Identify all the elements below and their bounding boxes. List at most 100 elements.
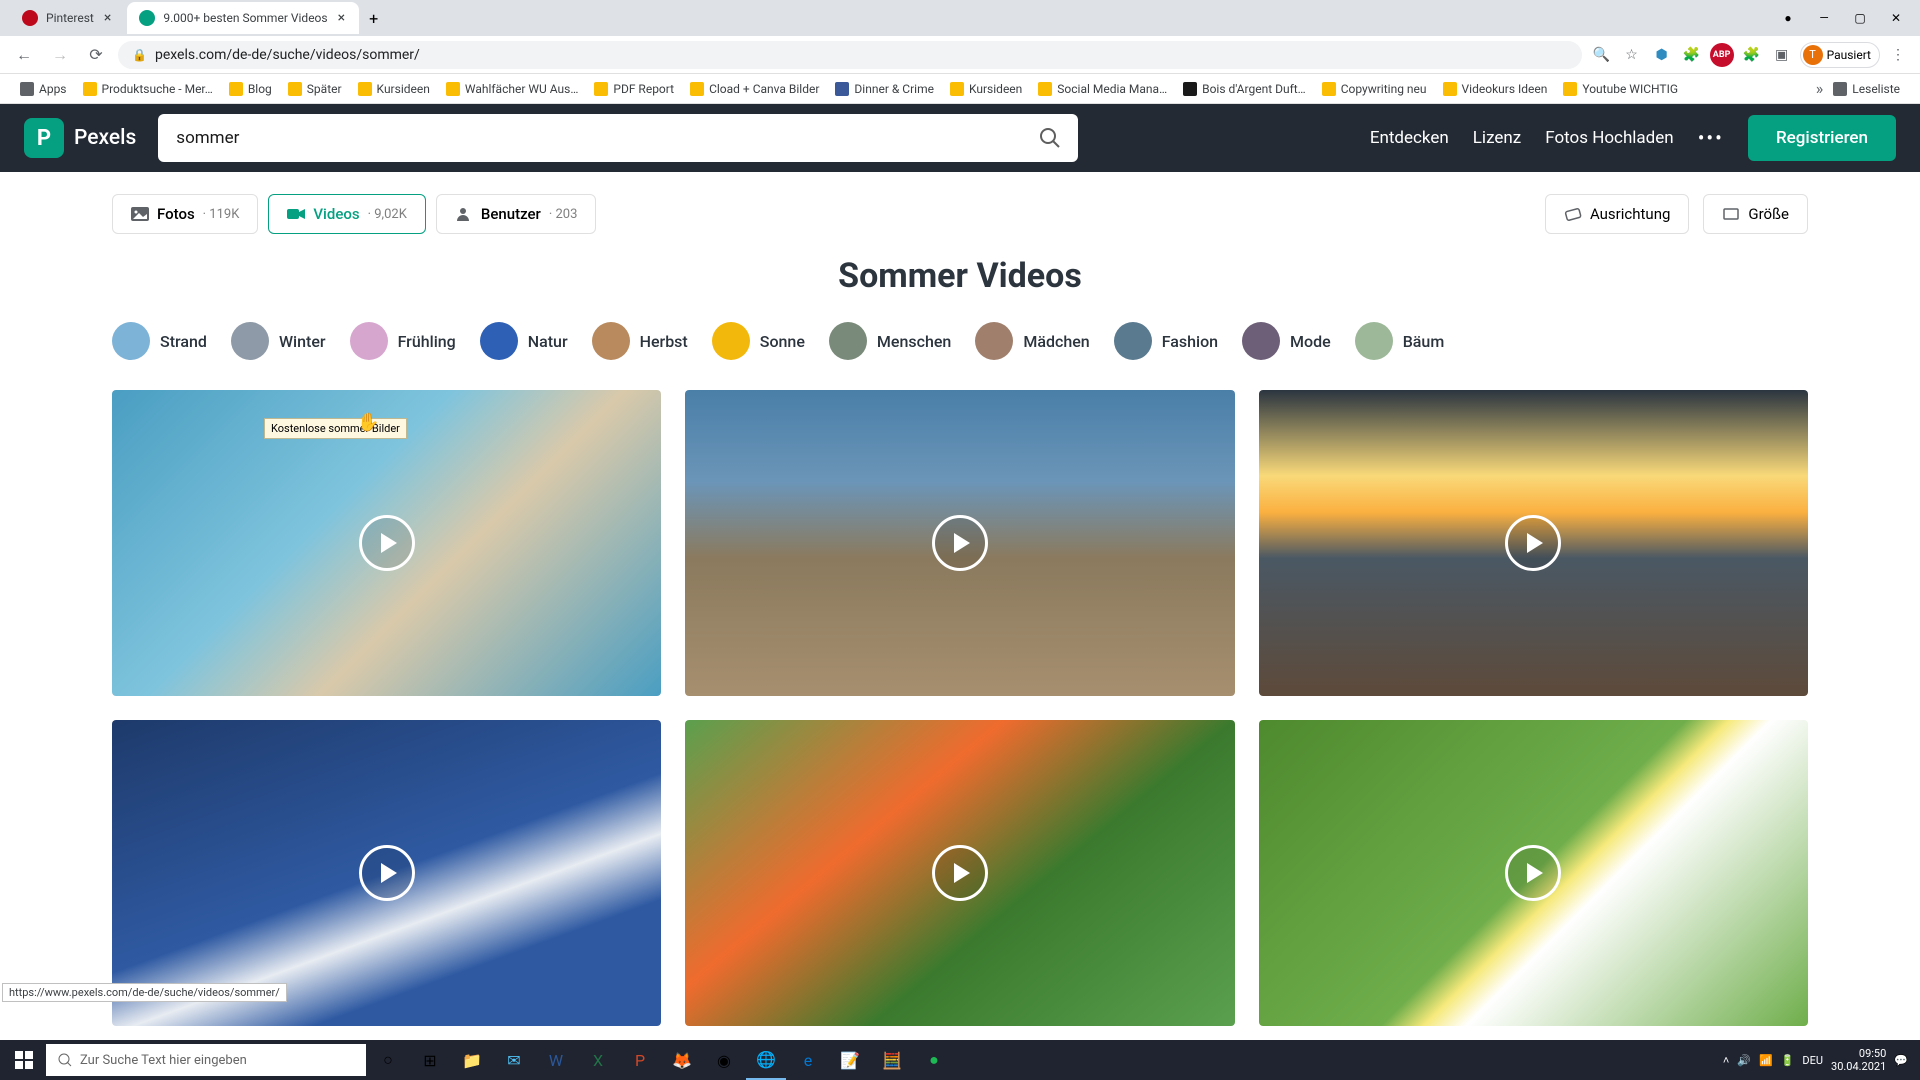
tag-chip[interactable]: Mode [1242, 322, 1331, 360]
nav-license[interactable]: Lizenz [1473, 128, 1521, 148]
profile-badge[interactable]: T Pausiert [1800, 42, 1880, 68]
tray-chevron-icon[interactable]: ˄ [1723, 1054, 1729, 1067]
video-tile[interactable] [685, 390, 1234, 696]
taskbar-search[interactable]: Zur Suche Text hier eingeben [46, 1044, 366, 1076]
page-icon [835, 82, 849, 96]
video-tile[interactable] [685, 720, 1234, 1026]
bookmark[interactable]: Videokurs Ideen [1437, 78, 1554, 100]
tray-battery-icon[interactable]: 🔋 [1781, 1054, 1795, 1067]
bookmark[interactable]: Social Media Mana… [1032, 78, 1173, 100]
tag-chip[interactable]: Sonne [712, 322, 805, 360]
tray-lang[interactable]: DEU [1802, 1054, 1823, 1067]
video-tile[interactable] [1259, 720, 1808, 1026]
search-input[interactable] [176, 128, 1030, 148]
size-filter[interactable]: Größe [1703, 194, 1808, 234]
tag-chip[interactable]: Strand [112, 322, 207, 360]
excel-icon[interactable]: X [578, 1040, 618, 1080]
bookmark[interactable]: Später [282, 78, 348, 100]
close-tab-icon[interactable]: × [102, 8, 113, 28]
star-icon[interactable]: ☆ [1620, 43, 1644, 67]
back-button[interactable]: ← [10, 41, 38, 69]
word-icon[interactable]: W [536, 1040, 576, 1080]
bookmark[interactable]: Blog [223, 78, 278, 100]
bookmarks-bar: Apps Produktsuche - Mer… Blog Später Kur… [0, 74, 1920, 104]
close-window-icon[interactable]: ✕ [1882, 4, 1910, 32]
edge-icon[interactable]: e [788, 1040, 828, 1080]
video-tile[interactable] [1259, 390, 1808, 696]
bookmark[interactable]: Cload + Canva Bilder [684, 78, 825, 100]
nav-upload[interactable]: Fotos Hochladen [1545, 128, 1673, 148]
obs-icon[interactable]: ◉ [704, 1040, 744, 1080]
reload-button[interactable]: ⟳ [82, 41, 110, 69]
tag-chip[interactable]: Bäum [1355, 322, 1445, 360]
minimize-icon[interactable]: — [1810, 4, 1838, 32]
tag-chip[interactable]: Herbst [592, 322, 688, 360]
start-button[interactable] [4, 1040, 44, 1080]
pexels-favicon [139, 10, 155, 26]
bookmark[interactable]: PDF Report [588, 78, 680, 100]
tag-chip[interactable]: Winter [231, 322, 326, 360]
orientation-filter[interactable]: Ausrichtung [1545, 194, 1689, 234]
register-button[interactable]: Registrieren [1748, 115, 1896, 161]
tab-photos[interactable]: Fotos · 119K [112, 194, 258, 234]
video-tile[interactable] [112, 720, 661, 1026]
bookmark[interactable]: Youtube WICHTIG [1557, 78, 1684, 100]
bookmarks-overflow[interactable]: » [1816, 79, 1824, 98]
tab-pexels[interactable]: 9.000+ besten Sommer Videos × [127, 2, 359, 34]
video-grid [0, 390, 1920, 1026]
extension-icon[interactable]: ⬢ [1650, 43, 1674, 67]
tray-clock[interactable]: 09:50 30.04.2021 [1831, 1047, 1886, 1073]
maximize-icon[interactable]: ▢ [1846, 4, 1874, 32]
search-button[interactable] [1030, 118, 1070, 158]
calculator-icon[interactable]: 🧮 [872, 1040, 912, 1080]
tab-pinterest[interactable]: Pinterest × [10, 2, 125, 34]
explorer-icon[interactable]: 📁 [452, 1040, 492, 1080]
tag-chip[interactable]: Mädchen [975, 322, 1089, 360]
url-field[interactable]: 🔒 pexels.com/de-de/suche/videos/sommer/ [118, 41, 1582, 69]
tab-videos[interactable]: Videos · 9,02K [268, 194, 426, 234]
new-tab-button[interactable]: + [361, 5, 386, 32]
profile-indicator-icon[interactable]: ● [1774, 4, 1802, 32]
bookmark[interactable]: Dinner & Crime [829, 78, 940, 100]
mail-icon[interactable]: ✉ [494, 1040, 534, 1080]
tag-chip[interactable]: Frühling [350, 322, 456, 360]
chrome-icon[interactable]: 🌐 [746, 1040, 786, 1080]
filter-label: Größe [1748, 205, 1789, 223]
bookmark[interactable]: Copywriting neu [1316, 78, 1433, 100]
cortana-icon[interactable]: ○ [368, 1040, 408, 1080]
powerpoint-icon[interactable]: P [620, 1040, 660, 1080]
tag-chip[interactable]: Fashion [1114, 322, 1218, 360]
tray-volume-icon[interactable]: 🔊 [1737, 1054, 1751, 1067]
forward-button[interactable]: → [46, 41, 74, 69]
spotify-icon[interactable]: ● [914, 1040, 954, 1080]
tag-thumb [1242, 322, 1280, 360]
reading-list-icon[interactable]: ▣ [1770, 43, 1794, 67]
bookmark-apps[interactable]: Apps [14, 78, 73, 100]
folder-icon [229, 82, 243, 96]
tray-wifi-icon[interactable]: 📶 [1759, 1054, 1773, 1067]
menu-icon[interactable]: ⋮ [1886, 43, 1910, 67]
tag-chip[interactable]: Natur [480, 322, 568, 360]
tag-chip[interactable]: Menschen [829, 322, 951, 360]
firefox-icon[interactable]: 🦊 [662, 1040, 702, 1080]
logo[interactable]: P Pexels [24, 118, 136, 158]
bookmark[interactable]: Kursideen [352, 78, 436, 100]
url-text: pexels.com/de-de/suche/videos/sommer/ [155, 47, 420, 63]
zoom-icon[interactable]: 🔍 [1590, 43, 1614, 67]
nav-explore[interactable]: Entdecken [1370, 128, 1449, 148]
more-menu-icon[interactable]: ••• [1698, 126, 1724, 150]
bookmark[interactable]: Kursideen [944, 78, 1028, 100]
bookmark[interactable]: Produktsuche - Mer… [77, 78, 219, 100]
reading-list-button[interactable]: Leseliste [1827, 78, 1906, 100]
notifications-icon[interactable]: 💬 [1894, 1054, 1908, 1067]
bookmark[interactable]: Wahlfächer WU Aus… [440, 78, 585, 100]
tag-thumb [1114, 322, 1152, 360]
bookmark[interactable]: Bois d'Argent Duft… [1177, 78, 1312, 100]
notepad-icon[interactable]: 📝 [830, 1040, 870, 1080]
puzzle-icon[interactable]: 🧩 [1740, 43, 1764, 67]
abp-icon[interactable]: ABP [1710, 43, 1734, 67]
close-tab-icon[interactable]: × [336, 8, 347, 28]
extension-icon[interactable]: 🧩 [1680, 43, 1704, 67]
task-view-icon[interactable]: ⊞ [410, 1040, 450, 1080]
tab-users[interactable]: Benutzer · 203 [436, 194, 597, 234]
